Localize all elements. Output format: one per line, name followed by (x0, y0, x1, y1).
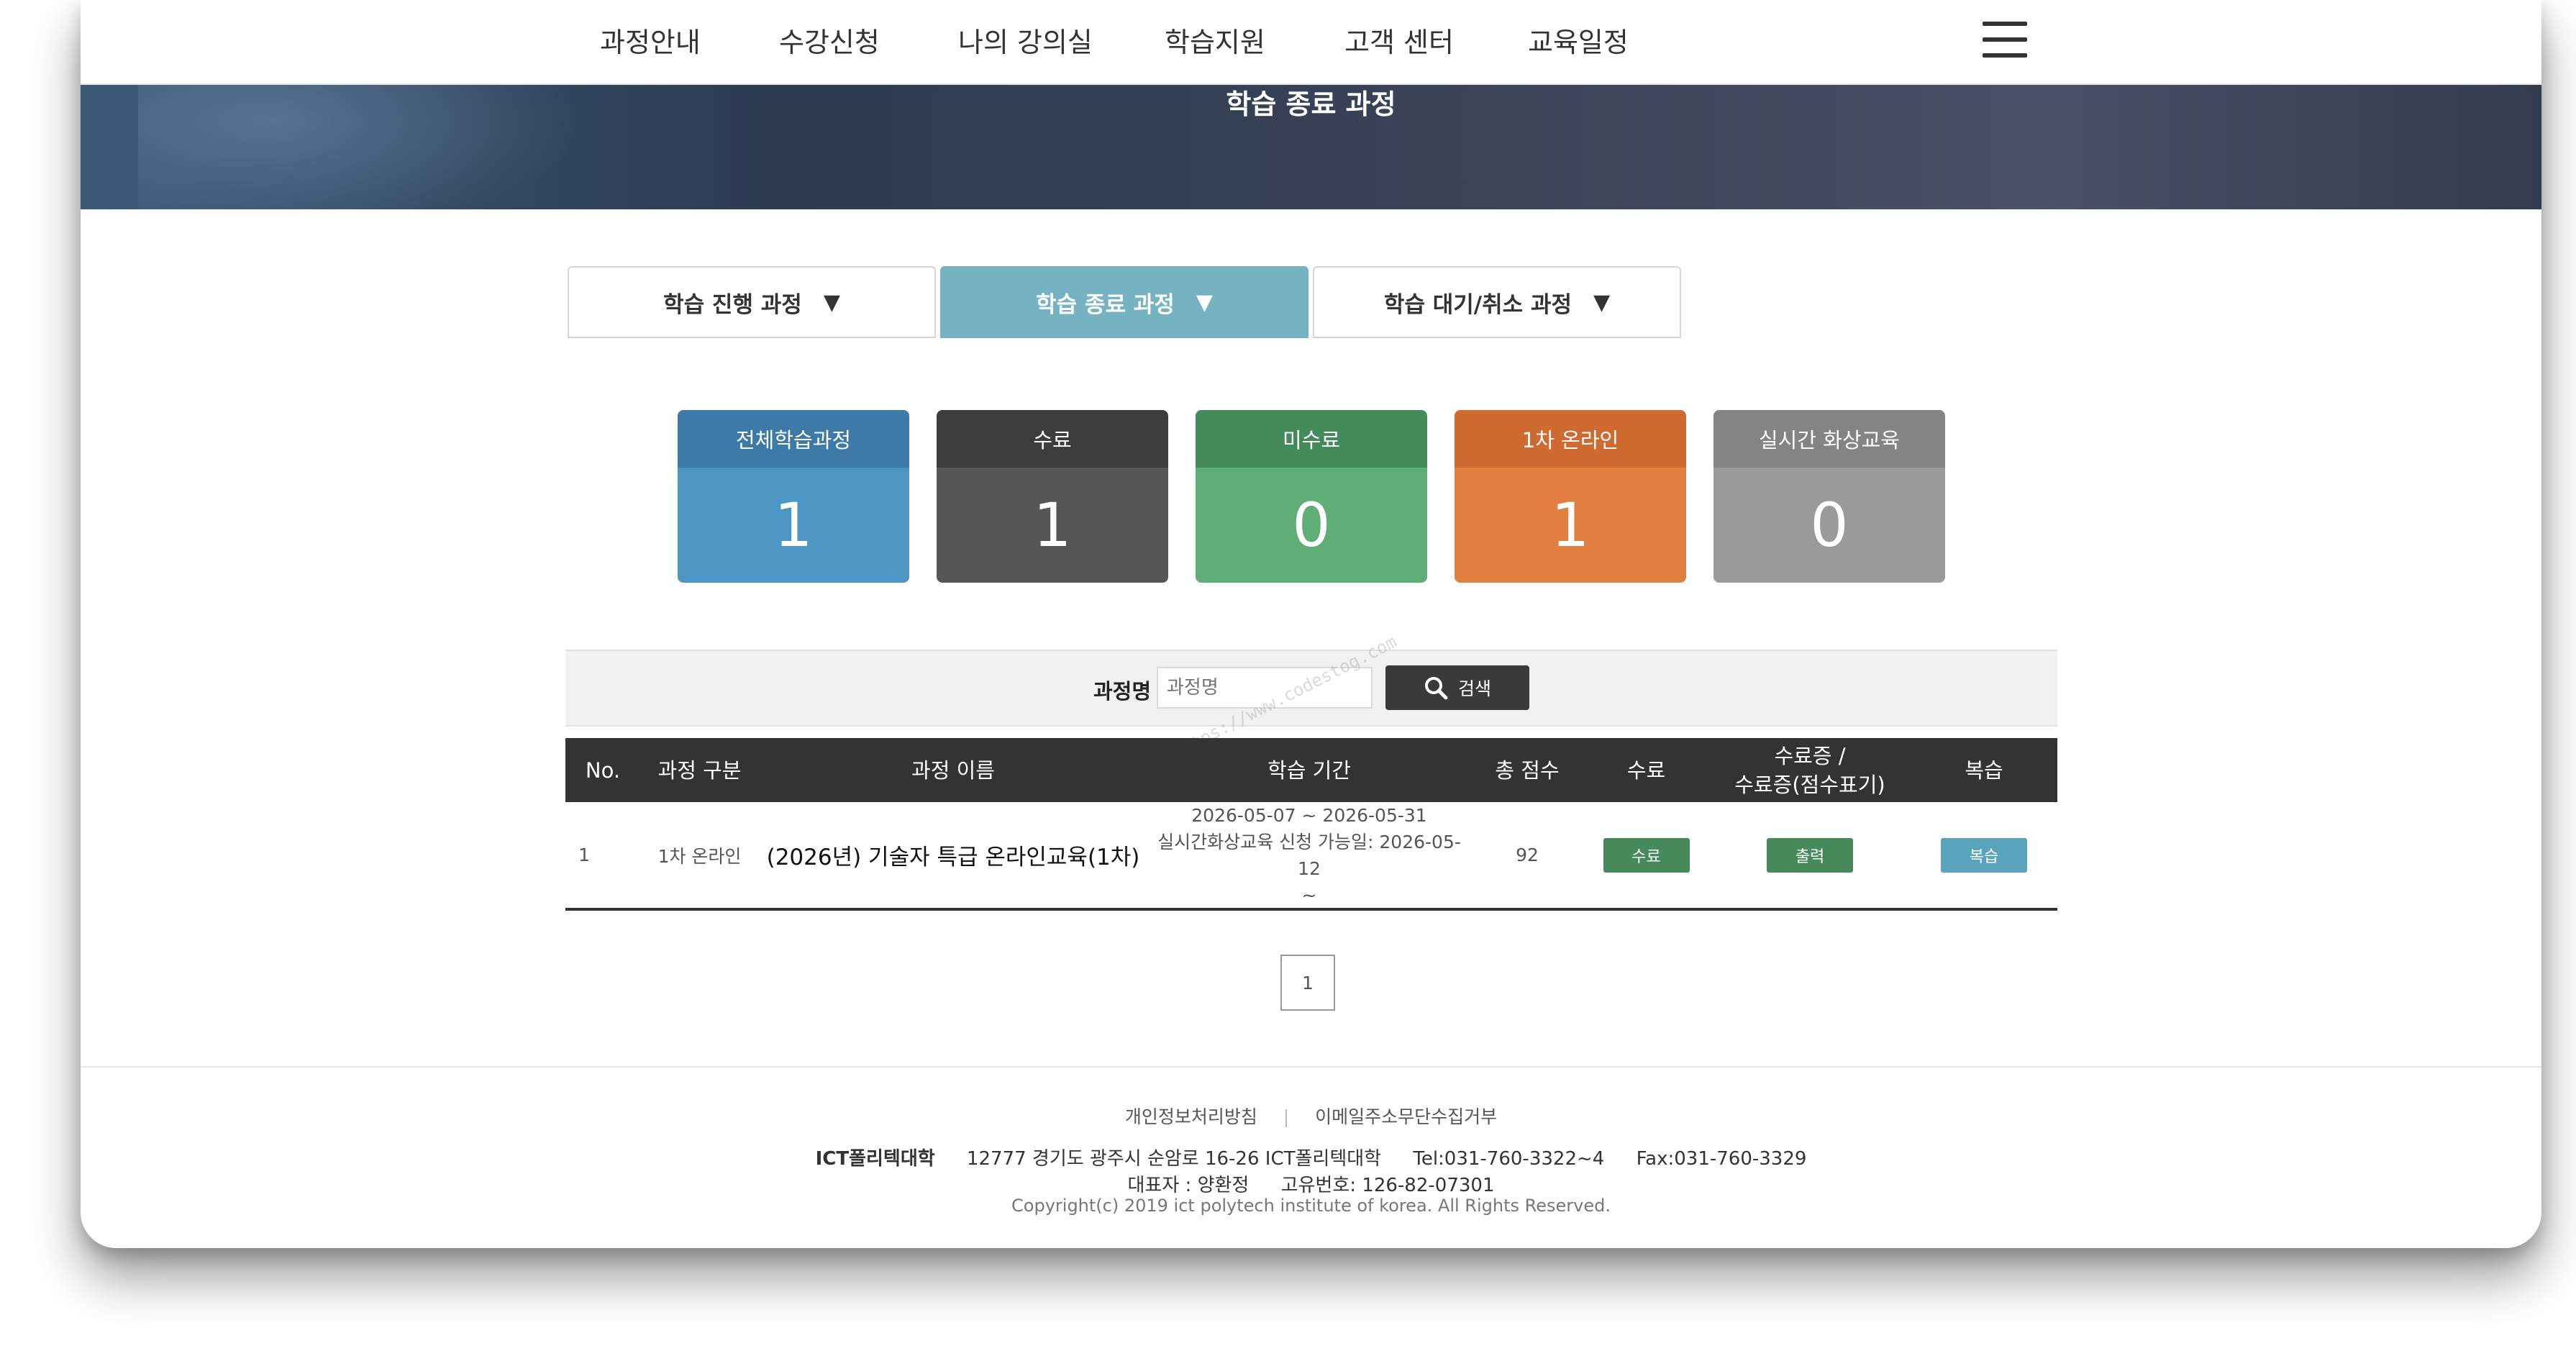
browser-window: 과정안내 수강신청 나의 강의실 학습지원 고객 센터 교육일정 학습 종료 과… (81, 0, 2541, 1248)
page-title: 학습 종료 과정 (1226, 88, 1396, 120)
search-label: 과정명 (1093, 679, 1152, 704)
search-button[interactable]: 검색 (1385, 665, 1529, 710)
stat-card-value: 1 (1455, 468, 1686, 583)
footer-reg: 고유번호: 126-82-07301 (1280, 1175, 1495, 1196)
nav-item-schedule[interactable]: 교육일정 (1528, 20, 1629, 60)
column-header-name: 과정 이름 (911, 757, 995, 783)
footer-info-line: 대표자 : 양환정 고유번호: 126-82-07301 (81, 1170, 2541, 1197)
column-header-certificate: 수료증 / 수료증(점수표기) (1734, 743, 1885, 797)
triangle-down-icon: ▼ (1196, 289, 1213, 315)
stat-card-label: 전체학습과정 (678, 410, 909, 468)
stat-card-live-video: 실시간 화상교육 0 (1713, 410, 1945, 583)
stat-card-total: 전체학습과정 1 (678, 410, 909, 583)
footer-divider: | (1283, 1106, 1290, 1127)
period-dates: 2026-05-07 ~ 2026-05-31 (1191, 804, 1427, 826)
privacy-policy-link[interactable]: 개인정보처리방침 (1125, 1106, 1257, 1127)
column-header-status: 수료 (1626, 757, 1666, 783)
footer-ceo: 대표자 : 양환정 (1127, 1175, 1250, 1196)
column-header-score: 총 점수 (1495, 757, 1560, 783)
live-apply-dates: 실시간화상교육 신청 가능일: 2026-05-12 (1157, 831, 1461, 879)
status-badge[interactable]: 수료 (1603, 837, 1690, 873)
search-icon (1424, 677, 1448, 700)
column-header-no: No. (585, 757, 621, 783)
tab-waiting-cancelled[interactable]: 학습 대기/취소 과정 ▼ (1313, 266, 1681, 338)
print-certificate-button[interactable]: 출력 (1767, 837, 1853, 873)
stat-card-value: 1 (937, 468, 1168, 583)
column-header-review: 복습 (1965, 757, 2003, 783)
email-refusal-link[interactable]: 이메일주소무단수집거부 (1315, 1106, 1497, 1127)
nav-item-learning-support[interactable]: 학습지원 (1165, 20, 1265, 60)
nav-item-enroll[interactable]: 수강신청 (779, 20, 880, 60)
column-header-period: 학습 기간 (1267, 757, 1351, 783)
live-apply-end: ~ (1301, 884, 1317, 906)
stat-card-not-completed: 미수료 0 (1196, 410, 1427, 583)
stat-card-label: 1차 온라인 (1455, 410, 1686, 468)
cell-review: 복습 (1911, 802, 2057, 908)
footer-links: 개인정보처리방침 | 이메일주소무단수집거부 (81, 1103, 2541, 1129)
cell-no: 1 (578, 845, 590, 865)
cell-type: 1차 온라인 (657, 845, 742, 867)
footer: 개인정보처리방침 | 이메일주소무단수집거부 ICT폴리텍대학 12777 경기… (81, 1066, 2541, 1248)
stat-card-label: 실시간 화상교육 (1713, 410, 1945, 468)
stat-card-value: 1 (678, 468, 909, 583)
table-row: 1 1차 온라인 (2026년) 기술자 특급 온라인교육(1차) 2026-0… (565, 802, 2057, 911)
cell-certificate: 출력 (1709, 802, 1911, 908)
hero-banner: 학습 종료 과정 (81, 83, 2541, 209)
triangle-down-icon: ▼ (1593, 289, 1611, 315)
footer-address: 12777 경기도 광주시 순암로 16-26 ICT폴리텍대학 (966, 1148, 1382, 1170)
stat-card-first-online: 1차 온라인 1 (1455, 410, 1686, 583)
cell-course-name[interactable]: (2026년) 기술자 특급 온라인교육(1차) (759, 802, 1147, 908)
nav-item-course-info[interactable]: 과정안내 (600, 20, 701, 60)
stat-card-value: 0 (1196, 468, 1427, 583)
tab-label: 학습 대기/취소 과정 (1383, 291, 1572, 318)
cell-status: 수료 (1583, 802, 1709, 908)
tab-in-progress[interactable]: 학습 진행 과정 ▼ (568, 266, 936, 338)
footer-copyright: Copyright(c) 2019 ict polytech institute… (1011, 1196, 1611, 1216)
tab-label: 학습 종료 과정 (1036, 291, 1175, 318)
cell-score: 92 (1516, 845, 1539, 865)
stat-card-label: 미수료 (1196, 410, 1427, 468)
search-button-label: 검색 (1457, 678, 1491, 699)
hamburger-menu-icon[interactable] (1983, 22, 2027, 58)
triangle-down-icon: ▼ (823, 289, 840, 315)
footer-org: ICT폴리텍대학 (815, 1148, 935, 1170)
footer-fax: Fax:031-760-3329 (1636, 1148, 1807, 1170)
pagination-page[interactable]: 1 (1280, 955, 1335, 1011)
column-header-type: 과정 구분 (657, 757, 742, 783)
review-button[interactable]: 복습 (1941, 837, 2027, 873)
nav-item-my-classroom[interactable]: 나의 강의실 (958, 20, 1093, 60)
top-nav: 과정안내 수강신청 나의 강의실 학습지원 고객 센터 교육일정 (81, 0, 2541, 85)
tab-label: 학습 진행 과정 (663, 291, 802, 318)
footer-address-line: ICT폴리텍대학 12777 경기도 광주시 순암로 16-26 ICT폴리텍대… (81, 1144, 2541, 1170)
tab-completed[interactable]: 학습 종료 과정 ▼ (940, 266, 1309, 338)
table-header: No. 과정 구분 과정 이름 학습 기간 총 점수 수료 수료증 / 수료증(… (565, 738, 2057, 802)
stat-card-completed: 수료 1 (937, 410, 1168, 583)
nav-item-customer-center[interactable]: 고객 센터 (1344, 20, 1454, 60)
footer-tel: Tel:031-760-3322~4 (1413, 1148, 1605, 1170)
stat-card-label: 수료 (937, 410, 1168, 468)
stat-card-value: 0 (1713, 468, 1945, 583)
cell-period: 2026-05-07 ~ 2026-05-31 실시간화상교육 신청 가능일: … (1147, 802, 1471, 908)
